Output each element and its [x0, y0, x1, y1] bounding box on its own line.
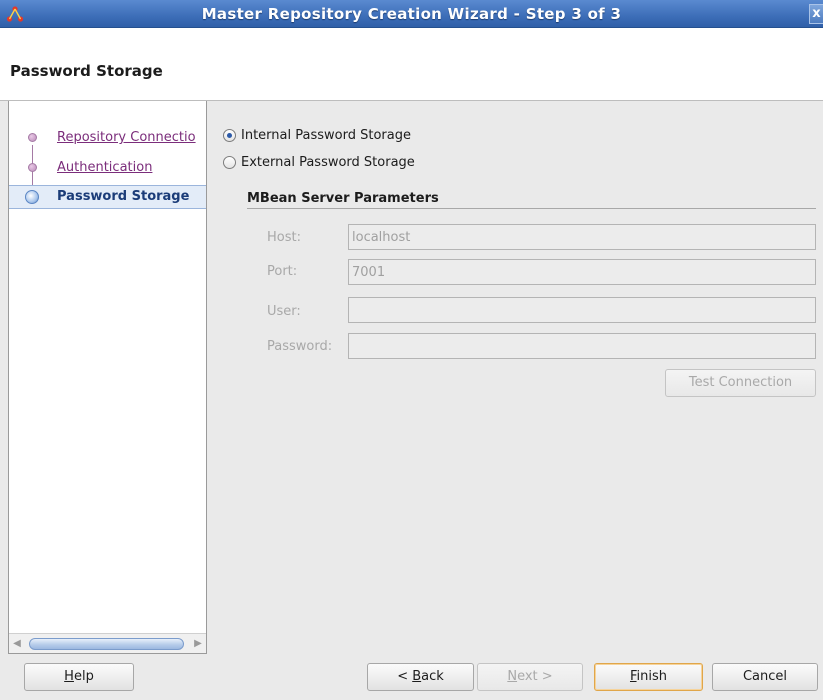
back-button[interactable]: < Back	[367, 663, 474, 691]
user-label: User:	[267, 304, 301, 319]
step-visited-icon	[28, 163, 37, 172]
internal-storage-radio[interactable]	[223, 128, 236, 142]
next-button[interactable]: Next >	[477, 663, 583, 691]
step-visited-icon	[28, 133, 37, 142]
cancel-button[interactable]: Cancel	[712, 663, 818, 691]
user-field[interactable]	[348, 297, 816, 323]
scroll-left-icon[interactable]: ◀	[11, 637, 23, 650]
close-icon[interactable]: x	[809, 4, 823, 24]
scrollbar-thumb[interactable]	[29, 638, 184, 650]
mbean-section-title: MBean Server Parameters	[247, 191, 439, 206]
step-label[interactable]: Repository Connectio	[57, 130, 196, 145]
scroll-right-icon[interactable]: ▶	[192, 637, 204, 650]
step-password-storage[interactable]: Password Storage	[9, 185, 206, 209]
next-label-rest: ext >	[517, 669, 553, 684]
internal-storage-option[interactable]: Internal Password Storage	[223, 125, 411, 145]
port-field[interactable]	[348, 259, 816, 285]
external-storage-radio[interactable]	[223, 155, 236, 169]
external-storage-label[interactable]: External Password Storage	[241, 155, 415, 170]
help-button[interactable]: Help	[24, 663, 134, 691]
back-label-rest: ack	[421, 669, 444, 684]
mbean-section-header: MBean Server Parameters	[247, 191, 816, 209]
password-field[interactable]	[348, 333, 816, 359]
back-arrow: <	[397, 669, 413, 684]
wizard-header: Password Storage	[0, 28, 823, 101]
title-bar: Master Repository Creation Wizard - Step…	[0, 0, 823, 28]
step-repository-connection[interactable]: Repository Connectio	[9, 127, 206, 151]
window-title: Master Repository Creation Wizard - Step…	[201, 5, 622, 23]
steps-pane: Repository Connectio Authentication Pass…	[8, 101, 207, 654]
page-title: Password Storage	[10, 62, 163, 80]
test-connection-button[interactable]: Test Connection	[665, 369, 816, 397]
host-label: Host:	[267, 230, 301, 245]
help-mnemonic: H	[64, 669, 74, 684]
help-label-rest: elp	[73, 669, 94, 684]
external-storage-option[interactable]: External Password Storage	[223, 152, 415, 172]
finish-button[interactable]: Finish	[594, 663, 703, 691]
step-label[interactable]: Authentication	[57, 160, 152, 175]
horizontal-scrollbar[interactable]: ◀ ▶	[9, 633, 206, 653]
step-label: Password Storage	[57, 189, 190, 204]
internal-storage-label[interactable]: Internal Password Storage	[241, 128, 411, 143]
next-mnemonic: N	[507, 669, 518, 684]
password-label: Password:	[267, 339, 333, 354]
host-field[interactable]	[348, 224, 816, 250]
main-panel: Internal Password Storage External Passw…	[209, 101, 823, 654]
step-current-icon	[25, 190, 39, 204]
step-authentication[interactable]: Authentication	[9, 157, 206, 181]
port-label: Port:	[267, 264, 298, 279]
back-mnemonic: B	[412, 669, 422, 684]
finish-label-rest: inish	[636, 669, 668, 684]
